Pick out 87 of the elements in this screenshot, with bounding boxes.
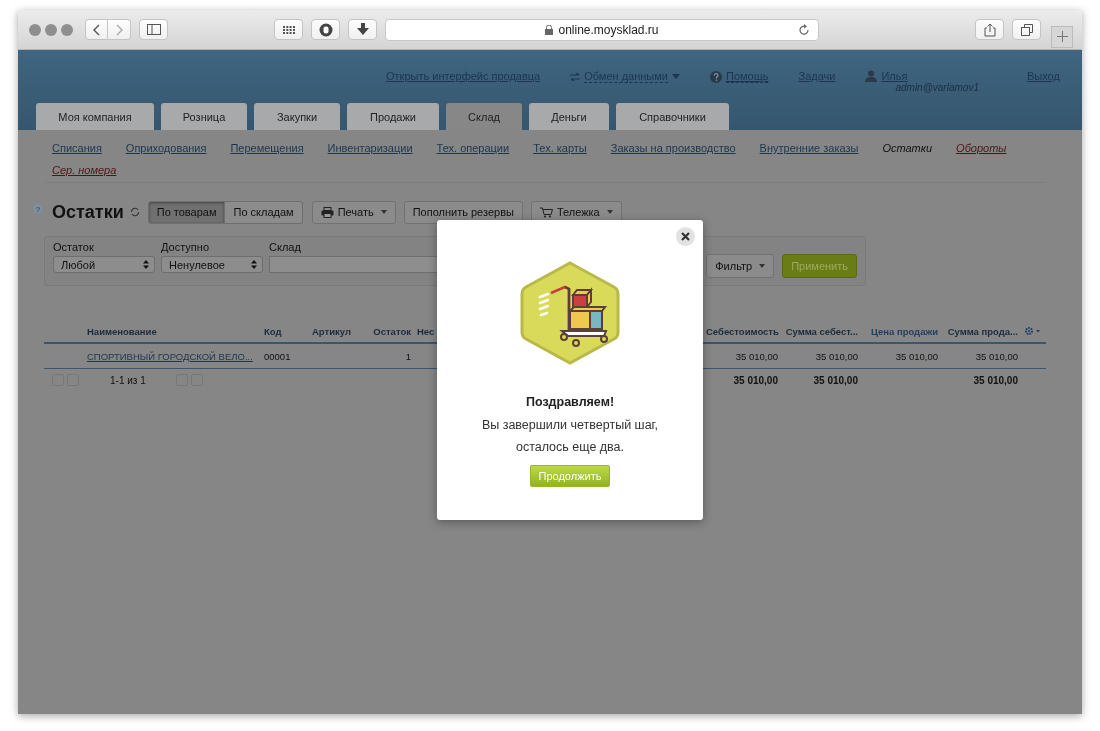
close-icon: [681, 232, 690, 241]
address-field[interactable]: online.moysklad.ru: [385, 18, 819, 41]
product-link[interactable]: СПОРТИВНЫЙ ГОРОДСКОЙ ВЕЛО...: [87, 350, 253, 362]
table-cell: 35 010,00: [735, 350, 778, 362]
exchange-icon: [570, 72, 581, 81]
subnav-link[interactable]: Тех. операции: [436, 142, 510, 158]
table-cell: 1: [405, 350, 411, 362]
table-cell: 35 010,00: [895, 350, 938, 362]
help-icon[interactable]: [710, 70, 722, 83]
column-header[interactable]: Наименование: [84, 325, 261, 337]
filter-select[interactable]: Любой: [53, 256, 155, 273]
chevron-right-icon: [115, 23, 123, 36]
cart-icon: [539, 206, 553, 218]
window-control-icon[interactable]: [29, 23, 41, 36]
grid-icon: [282, 25, 295, 34]
sidebar-icon: [146, 24, 161, 35]
shield-icon: [318, 22, 333, 37]
tabs-button[interactable]: [1012, 19, 1041, 40]
total-cell: 35 010,00: [813, 374, 858, 386]
subnav-link[interactable]: Оприходования: [125, 142, 207, 158]
caret-icon: [672, 74, 680, 79]
subnav-link[interactable]: Обороты: [956, 142, 1007, 158]
tabs-icon: [1020, 23, 1033, 36]
lock-icon: [545, 24, 554, 35]
view-toggle-button[interactable]: По товарам: [147, 200, 226, 224]
column-header[interactable]: Артикул: [309, 325, 364, 337]
new-tab-button[interactable]: [1051, 25, 1073, 48]
sidebar-button[interactable]: [139, 19, 168, 40]
pager-text: 1-1 из 1: [110, 374, 146, 386]
subnav-link[interactable]: Заказы на производство: [610, 142, 736, 158]
column-header[interactable]: Код: [261, 325, 309, 337]
print-button[interactable]: Печать: [311, 200, 396, 224]
refresh-icon[interactable]: [129, 207, 140, 217]
nav-tab[interactable]: Закупки: [254, 103, 340, 130]
nav-tab[interactable]: Деньги: [529, 103, 609, 130]
table-cell: 35 010,00: [815, 350, 858, 362]
subnav-link[interactable]: Внутренние заказы: [759, 142, 859, 158]
share-button[interactable]: [975, 19, 1004, 40]
nav-tab[interactable]: Розница: [161, 103, 247, 130]
subnav-link[interactable]: Остатки: [882, 142, 933, 158]
subnav-link[interactable]: Инвентаризации: [327, 142, 413, 158]
subnav-link[interactable]: Списания: [52, 142, 102, 158]
close-button[interactable]: [676, 227, 695, 246]
column-header[interactable]: Себестоимость: [703, 325, 781, 337]
column-header[interactable]: Сумма прода...: [941, 325, 1021, 337]
filter-label: Доступно: [161, 241, 210, 253]
window-control-icon[interactable]: [61, 23, 73, 36]
nav-tab[interactable]: Справочники: [616, 103, 729, 130]
dialog-title: Поздравляем!: [525, 395, 615, 409]
share-icon: [983, 22, 996, 37]
dialog-message: Вы завершили четвертый шаг, осталось еще два.: [481, 417, 659, 456]
select-arrows-icon: [143, 260, 149, 269]
nav-tab[interactable]: Моя компания: [36, 103, 154, 130]
help-icon[interactable]: ?: [33, 204, 43, 214]
subnav-link[interactable]: Сер. номера: [52, 164, 117, 180]
column-header[interactable]: Цена продажи: [861, 325, 941, 337]
filter-select[interactable]: Ненулевое: [161, 256, 263, 273]
reload-icon[interactable]: [798, 23, 810, 36]
table-cell: 35 010,00: [975, 350, 1018, 362]
filter-label: Склад: [269, 241, 302, 253]
plus-icon: [1056, 31, 1068, 42]
nav-tab[interactable]: Склад: [446, 103, 522, 130]
download-button[interactable]: [348, 19, 377, 40]
user-icon: [865, 70, 878, 82]
column-header[interactable]: Остаток: [364, 325, 414, 337]
forward-button[interactable]: [108, 19, 131, 40]
filter-button[interactable]: Фильтр: [706, 254, 775, 278]
nav-tab[interactable]: Продажи: [347, 103, 439, 130]
extension-button[interactable]: [311, 19, 340, 40]
grid-button[interactable]: [274, 19, 303, 40]
view-toggle-button[interactable]: По складам: [225, 200, 303, 224]
total-cell: 35 010,00: [973, 374, 1018, 386]
back-button[interactable]: [85, 19, 108, 40]
chevron-left-icon: [92, 23, 101, 36]
continue-button[interactable]: Продолжить: [530, 465, 610, 487]
table-cell: 00001: [264, 350, 291, 362]
filter-label: Остаток: [53, 241, 95, 253]
column-header[interactable]: Сумма себест...: [781, 325, 861, 337]
page-title: Остатки: [52, 201, 124, 223]
download-icon: [356, 23, 369, 36]
settings-icon[interactable]: [1025, 327, 1041, 335]
printer-icon: [320, 206, 334, 218]
subnav-link[interactable]: Перемещения: [230, 142, 304, 158]
subnav-link[interactable]: Тех. карты: [533, 142, 587, 158]
select-arrows-icon: [251, 260, 257, 269]
total-cell: 35 010,00: [733, 374, 778, 386]
window-control-icon[interactable]: [45, 23, 57, 36]
